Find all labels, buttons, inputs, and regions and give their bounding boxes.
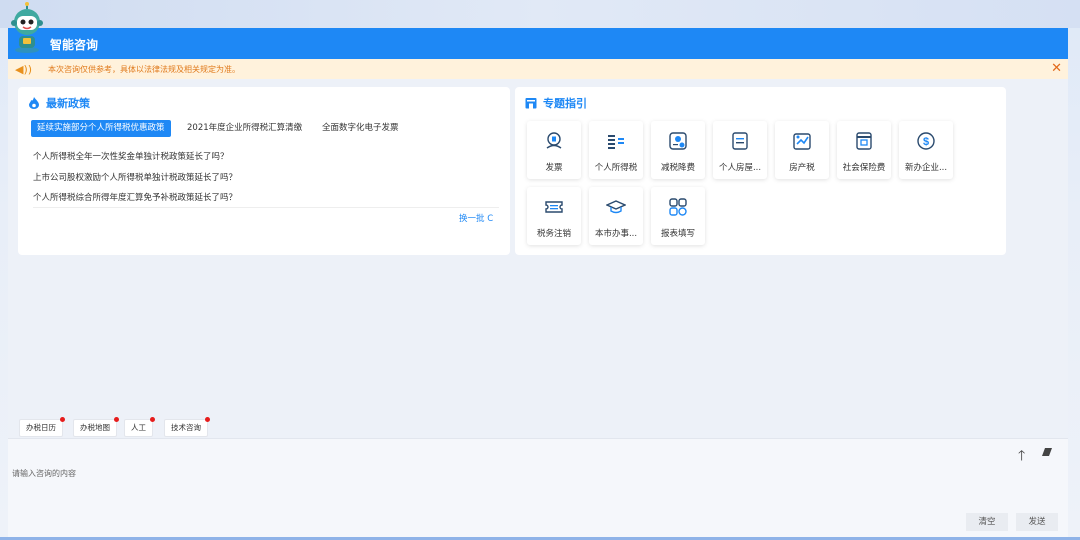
- tile-tax-deregistration[interactable]: 税务注销: [527, 187, 581, 245]
- svg-text:$: $: [923, 136, 929, 148]
- notice-text: 本次咨询仅供参考，具体以法律法规及相关规定为准。: [48, 65, 240, 74]
- guide-card-header: 专题指引: [525, 95, 587, 111]
- invoice-icon: [546, 132, 562, 149]
- policy-item[interactable]: 个人所得税综合所得年度汇算免予补税政策延长了吗？: [33, 191, 237, 203]
- tile-label: 本市办事...: [594, 229, 638, 239]
- quick-button-tech-support[interactable]: 技术咨询: [164, 417, 210, 437]
- tile-label: 发票: [545, 163, 563, 173]
- tile-report-filling[interactable]: 报表填写: [651, 187, 705, 245]
- tile-label: 房产税: [789, 163, 815, 173]
- speaker-icon: ◀)): [15, 63, 33, 76]
- notice-bar: ◀)) 本次咨询仅供参考，具体以法律法规及相关规定为准。 ✕: [8, 59, 1068, 79]
- tile-personal-housing[interactable]: 个人房屋...: [713, 121, 767, 179]
- tile-label: 税务注销: [536, 229, 571, 239]
- quick-button-human-agent[interactable]: 人工: [124, 417, 155, 437]
- policy-item[interactable]: 个人所得税全年一次性奖金单独计税政策延长了吗？: [33, 150, 229, 162]
- divider: [33, 207, 499, 208]
- notification-dot: [60, 417, 65, 422]
- flame-icon: [29, 97, 39, 109]
- graduation-cap-icon: [606, 200, 626, 214]
- tile-label: 新办企业...: [904, 163, 948, 173]
- tab-policy-1[interactable]: 延续实施部分个人所得税优惠政策: [31, 120, 171, 137]
- policy-card-title: 最新政策: [46, 97, 90, 110]
- top-strip: [0, 0, 1080, 28]
- tile-label: 报表填写: [660, 229, 695, 239]
- policy-item[interactable]: 上市公司股权激励个人所得税单独计税政策延长了吗？: [33, 171, 237, 183]
- insurance-icon: [856, 132, 872, 150]
- input-area: 🡑 请输入咨询的内容 清空 发送: [8, 438, 1068, 539]
- tile-property-tax[interactable]: 房产税: [775, 121, 829, 179]
- document-icon: [732, 132, 748, 150]
- quick-button-label: 办税地图: [80, 423, 110, 432]
- quick-button-tax-map[interactable]: 办税地图: [73, 417, 119, 437]
- tile-new-enterprise[interactable]: $ 新办企业...: [899, 121, 953, 179]
- tile-label: 个人房屋...: [718, 163, 762, 173]
- guide-card-title: 专题指引: [543, 97, 587, 110]
- notification-dot: [114, 417, 119, 422]
- header-bar: 智能咨询: [8, 28, 1068, 59]
- tile-label: 减税降费: [660, 163, 695, 173]
- coins-icon: [608, 135, 624, 149]
- house-tax-icon: [793, 133, 811, 150]
- quick-button-label: 人工: [131, 423, 146, 432]
- ticket-icon: [545, 201, 563, 213]
- quick-button-label: 办税日历: [26, 423, 56, 432]
- tile-label: 社会保险费: [842, 163, 886, 173]
- notification-dot: [150, 417, 155, 422]
- tile-invoice[interactable]: 发票: [527, 121, 581, 179]
- page-title: 智能咨询: [50, 38, 99, 52]
- mascot-icon: [11, 2, 43, 53]
- tile-personal-income-tax[interactable]: 个人所得税: [589, 121, 643, 179]
- message-input[interactable]: 请输入咨询的内容: [12, 468, 76, 479]
- tax-reduction-icon: [669, 132, 687, 150]
- tab-policy-3[interactable]: 全面数字化电子发票: [316, 120, 405, 137]
- tile-label: 个人所得税: [594, 163, 638, 173]
- tile-social-insurance[interactable]: 社会保险费: [837, 121, 891, 179]
- eraser-icon[interactable]: [1041, 447, 1053, 457]
- policy-card-header: 最新政策: [28, 95, 90, 111]
- arrow-up-icon[interactable]: 🡑: [1018, 445, 1025, 469]
- quick-button-tax-calendar[interactable]: 办税日历: [19, 417, 65, 437]
- quick-button-label: 技术咨询: [171, 423, 201, 432]
- tab-policy-2[interactable]: 2021年度企业所得税汇算清缴: [181, 120, 308, 137]
- close-icon[interactable]: ✕: [1051, 61, 1062, 76]
- clear-button[interactable]: 清空: [966, 513, 1008, 531]
- tile-tax-reduction[interactable]: 减税降费: [651, 121, 705, 179]
- tile-city-affairs[interactable]: 本市办事...: [589, 187, 643, 245]
- refresh-button[interactable]: 换一批 C: [459, 212, 493, 224]
- store-icon: [525, 98, 537, 109]
- grid-icon: [669, 198, 687, 216]
- dollar-icon: $: [917, 132, 935, 150]
- notification-dot: [205, 417, 210, 422]
- send-button[interactable]: 发送: [1016, 513, 1058, 531]
